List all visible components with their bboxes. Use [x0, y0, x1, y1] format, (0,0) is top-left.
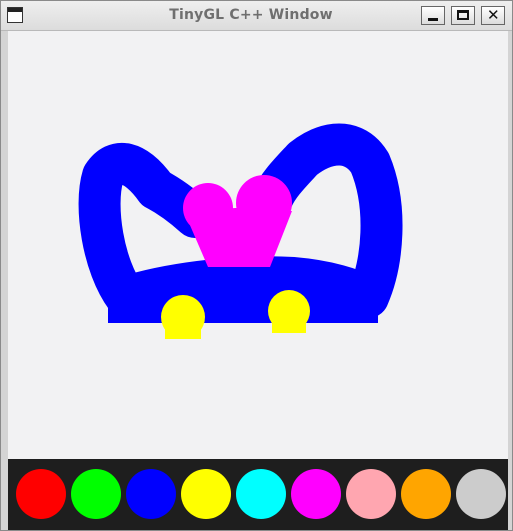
maximize-icon [457, 10, 469, 20]
minimize-icon [428, 18, 438, 21]
color-swatch-yellow[interactable] [181, 469, 231, 519]
window-title: TinyGL C++ Window [169, 7, 333, 23]
blue-fill-bottom [108, 289, 378, 323]
color-palette [8, 459, 508, 530]
color-swatch-cyan[interactable] [236, 469, 286, 519]
minimize-button[interactable] [421, 6, 445, 25]
color-swatch-gray[interactable] [456, 469, 506, 519]
color-swatch-pink[interactable] [346, 469, 396, 519]
magenta-heart [183, 175, 292, 267]
drawing-svg [78, 123, 403, 339]
app-window: TinyGL C++ Window ✕ [0, 0, 513, 531]
title-bar[interactable]: TinyGL C++ Window ✕ [1, 1, 512, 31]
color-swatch-green[interactable] [71, 469, 121, 519]
drawing-canvas[interactable] [8, 31, 508, 459]
color-swatch-orange[interactable] [401, 469, 451, 519]
color-swatch-red[interactable] [16, 469, 66, 519]
color-swatch-magenta[interactable] [291, 469, 341, 519]
close-icon: ✕ [487, 6, 500, 24]
maximize-button[interactable] [451, 6, 475, 25]
color-swatch-blue[interactable] [126, 469, 176, 519]
window-menu-icon[interactable] [7, 7, 23, 23]
close-button[interactable]: ✕ [481, 6, 505, 25]
